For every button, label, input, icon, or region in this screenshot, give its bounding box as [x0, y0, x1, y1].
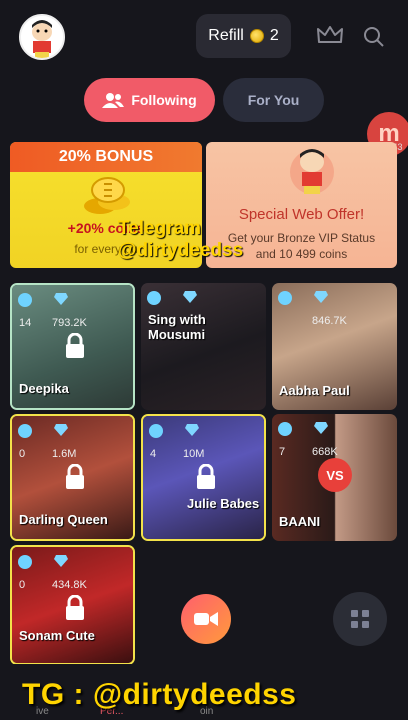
- lock-icon: [66, 333, 84, 358]
- top-bar: Refill 2: [0, 0, 408, 76]
- streamer-name: Sonam Cute: [19, 628, 95, 643]
- tab-for-you[interactable]: For You: [223, 78, 324, 122]
- card-stats: [18, 424, 68, 438]
- watermark-line1: Telegram: [118, 218, 202, 239]
- stream-card[interactable]: 0 1.6M Darling Queen: [10, 414, 135, 541]
- stream-card[interactable]: 0 434.8K Sonam Cute: [10, 545, 135, 665]
- viewer-count: 4: [150, 448, 157, 460]
- grid-view-button[interactable]: [333, 592, 387, 646]
- profile-avatar[interactable]: [19, 14, 65, 60]
- lock-icon: [66, 464, 84, 489]
- diamond-count: 434.8K: [52, 579, 87, 591]
- viewer-count: 7: [279, 446, 286, 458]
- streamer-name: Deepika: [19, 381, 69, 396]
- viewer-count: 0: [19, 579, 26, 591]
- streamer-name: Sing with Mousumi: [148, 312, 206, 342]
- mascot-icon: [290, 149, 334, 194]
- viewer-icon: [149, 424, 163, 438]
- lock-icon: [66, 595, 84, 620]
- diamond-icon: [54, 424, 68, 436]
- video-camera-icon: [194, 612, 218, 626]
- refill-label: Refill: [208, 27, 244, 44]
- diamond-count: 793.2K: [52, 317, 87, 329]
- coin-icon: [249, 29, 264, 43]
- viewer-count: 14: [19, 317, 32, 329]
- lock-icon: [197, 464, 215, 489]
- go-live-button[interactable]: [181, 594, 231, 644]
- watermark-tg: TG : @dirtydeedss: [22, 678, 297, 711]
- diamond-icon: [54, 555, 68, 567]
- watermark-line2: @dirtydeedss: [118, 240, 244, 261]
- diamond-count: 668K: [312, 446, 338, 458]
- diamond-icon: [185, 424, 199, 436]
- avatar-cartoon-icon: [21, 16, 63, 58]
- streamer-name: Aabha Paul: [279, 383, 350, 398]
- card-stats: [147, 291, 197, 305]
- diamond-count: 10M: [183, 448, 205, 460]
- diamond-icon: [314, 291, 328, 303]
- bonus-banner-title: 20% BONUS: [10, 142, 202, 172]
- stream-card[interactable]: 14 793.2K Deepika: [10, 283, 135, 410]
- watermark-telegram: Telegram @dirtydeedss: [118, 218, 243, 262]
- diamond-icon: [54, 293, 68, 305]
- search-icon[interactable]: [363, 26, 385, 48]
- diamond-count: 846.7K: [312, 315, 347, 327]
- viewer-icon: [18, 293, 32, 307]
- stream-card[interactable]: 4 10M Julie Babes: [141, 414, 266, 541]
- card-stats: [18, 293, 68, 307]
- tab-for-you-label: For You: [247, 92, 300, 108]
- feed-tabs: Following For You: [0, 78, 408, 124]
- streamer-name: Julie Babes: [187, 496, 260, 511]
- card-stats: [278, 291, 328, 305]
- tab-following-label: Following: [131, 92, 197, 108]
- refill-button[interactable]: Refill 2: [196, 14, 291, 58]
- coin-pile-icon: [84, 177, 130, 214]
- coin-balance: 2: [269, 27, 279, 44]
- diamond-icon: [183, 291, 197, 303]
- diamond-count: 1.6M: [52, 448, 77, 460]
- diamond-icon: [314, 422, 328, 434]
- grid-icon: [351, 610, 369, 628]
- card-stats: [149, 424, 199, 438]
- stream-card[interactable]: 7 668K VS BAANI: [272, 414, 397, 541]
- viewer-count: 0: [19, 448, 26, 460]
- versus-badge: VS: [318, 458, 352, 492]
- stream-card[interactable]: Sing with Mousumi: [141, 283, 266, 410]
- streamer-name: BAANI: [279, 514, 321, 529]
- card-stats: [278, 422, 328, 436]
- people-icon: [102, 93, 125, 108]
- crown-icon[interactable]: [316, 24, 344, 46]
- streamer-name: Darling Queen: [19, 512, 108, 527]
- viewer-icon: [18, 424, 32, 438]
- viewer-icon: [278, 291, 292, 305]
- tab-following[interactable]: Following: [84, 78, 215, 122]
- stream-card[interactable]: 846.7K Aabha Paul: [272, 283, 397, 410]
- card-stats: [18, 555, 68, 569]
- viewer-icon: [18, 555, 32, 569]
- viewer-icon: [278, 422, 292, 436]
- viewer-icon: [147, 291, 161, 305]
